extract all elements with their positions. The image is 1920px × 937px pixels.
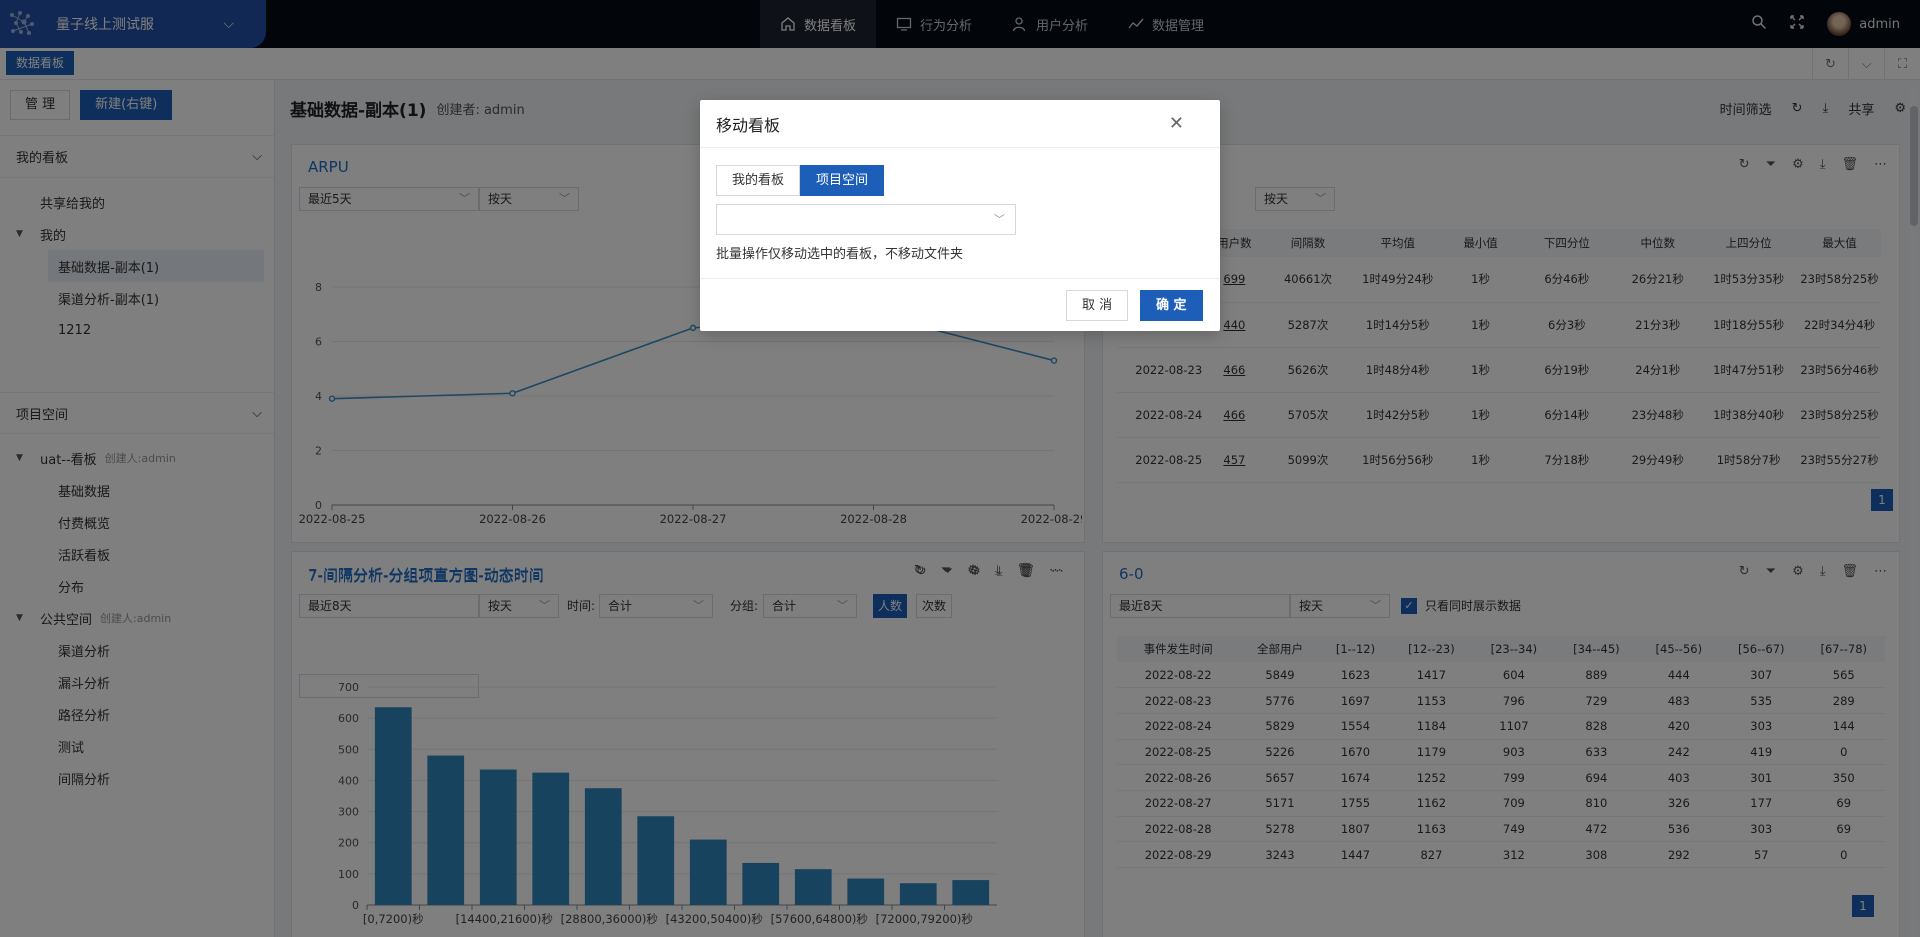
target-folder-select[interactable]: ﹀: [716, 204, 1016, 235]
target-segment: 我的看板 项目空间: [716, 165, 885, 196]
dialog-note: 批量操作仅移动选中的看板，不移动文件夹: [716, 247, 964, 262]
chevron-down-icon: ﹀: [994, 213, 1005, 226]
move-board-dialog: 移动看板 ✕ 我的看板 项目空间 ﹀ 批量操作仅移动选中的看板，不移动文件夹 取…: [700, 100, 1220, 331]
dialog-title: 移动看板: [700, 100, 1220, 148]
segment-my-boards[interactable]: 我的看板: [716, 165, 801, 196]
close-icon[interactable]: ✕: [1169, 113, 1184, 134]
confirm-button[interactable]: 确 定: [1140, 290, 1203, 321]
dialog-footer: 取 消 确 定: [700, 278, 1220, 331]
cancel-button[interactable]: 取 消: [1066, 290, 1129, 321]
segment-project-space[interactable]: 项目空间: [800, 165, 885, 196]
